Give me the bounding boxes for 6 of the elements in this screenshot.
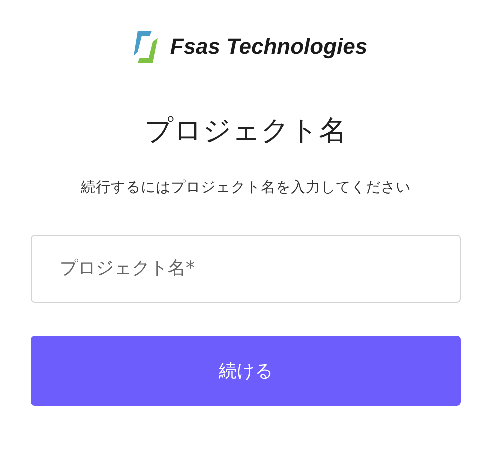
page-title: プロジェクト名 — [145, 114, 347, 148]
project-name-field[interactable]: プロジェクト名* — [31, 234, 461, 303]
logo-icon — [132, 30, 160, 64]
logo-text: Fsas Technologies — [170, 34, 368, 60]
instruction-text: 続行するにはプロジェクト名を入力してください — [81, 178, 411, 197]
continue-button[interactable]: 続ける — [31, 336, 461, 406]
